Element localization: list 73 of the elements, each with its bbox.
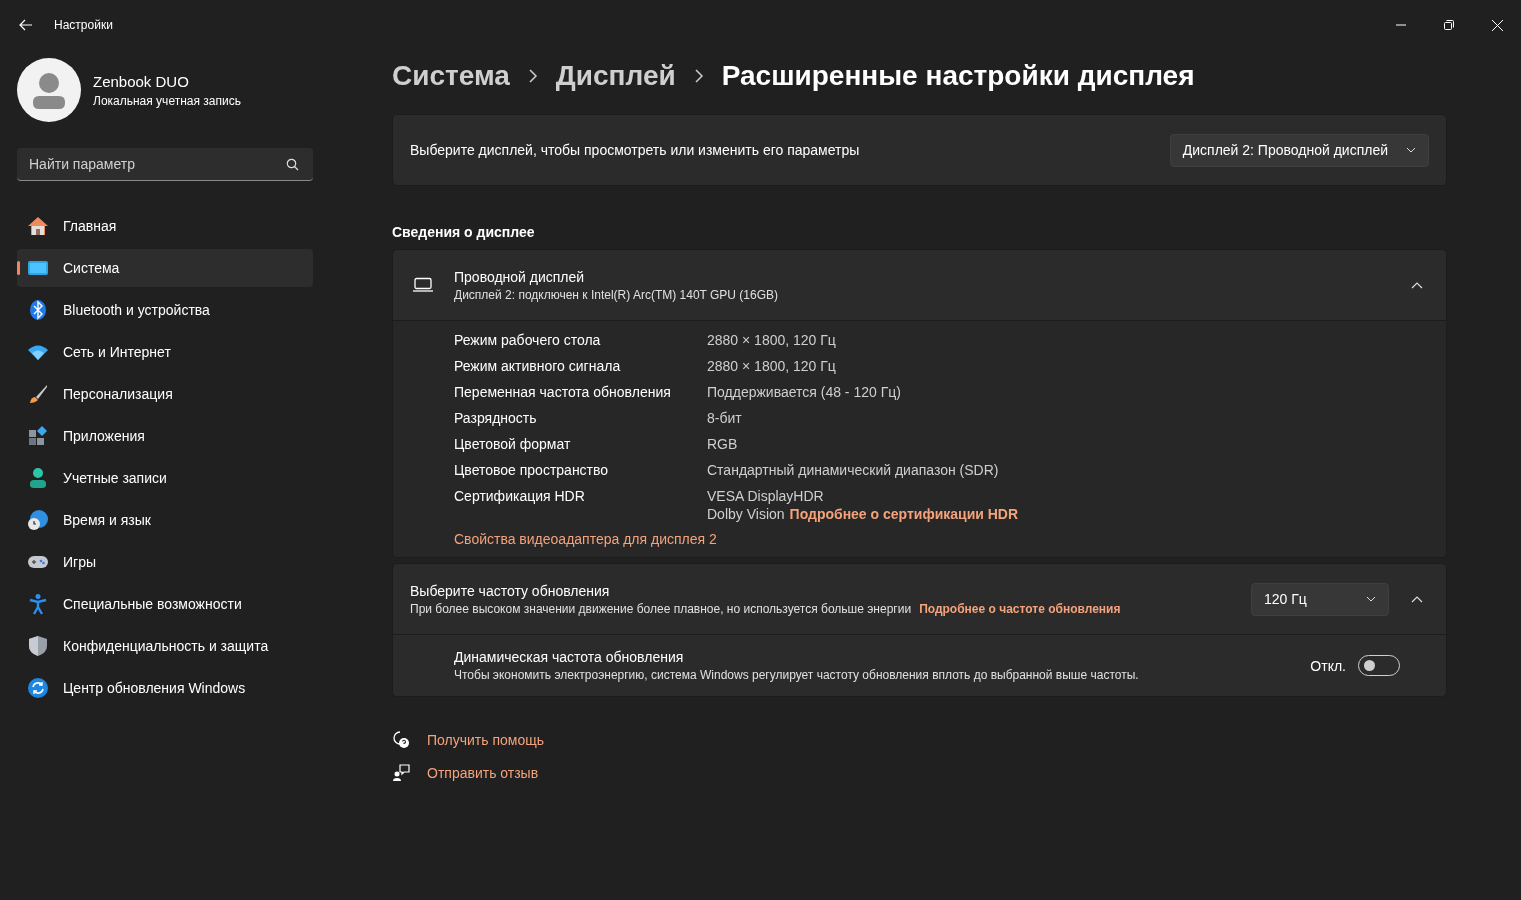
refresh-rate-link[interactable]: Подробнее о частоте обновления [919, 601, 1121, 616]
shield-icon [27, 635, 49, 657]
toggle-state: Откл. [1310, 657, 1346, 674]
nav-item[interactable]: Система [17, 249, 313, 287]
sync-icon [27, 677, 49, 699]
search-icon [286, 158, 299, 171]
display-select-label: Выберите дисплей, чтобы просмотреть или изменить его параметры [410, 142, 860, 158]
property-label: Цветовое пространство [454, 462, 610, 478]
property-value: RGB [707, 436, 738, 452]
window-title: Настройки [54, 18, 113, 32]
chevron-right-icon [527, 69, 538, 83]
chevron-right-icon [693, 69, 704, 83]
bluetooth-icon [27, 299, 49, 321]
nav-item[interactable]: Bluetooth и устройства [17, 291, 313, 329]
property-label: Режим рабочего стола [454, 332, 602, 348]
property-value: 2880 × 1800, 120 Гц [707, 358, 836, 374]
refresh-rate-title: Выберите частоту обновления [410, 582, 611, 599]
breadcrumb-item[interactable]: Дисплей [555, 60, 676, 92]
dynamic-refresh-title: Динамическая частота обновления [454, 649, 685, 665]
footer-link[interactable]: Получить помощь [427, 732, 544, 748]
nav-item[interactable]: Конфиденциальность и защита [17, 627, 313, 665]
refresh-rate-description: При более высоком значении движение более плавное, но используется больше энергии [410, 601, 912, 616]
house-icon [27, 215, 49, 237]
property-value: Dolby Vision [707, 506, 785, 522]
hdr-link[interactable]: Подробнее о сертификации HDR [789, 506, 1019, 522]
search-field[interactable]: Найти параметр [17, 148, 313, 181]
display-subtitle: Дисплей 2: подключен к Intel(R) Arc(TM) 140T GPU (16GB) [454, 287, 780, 302]
property-value: Поддерживается (48 - 120 Гц) [707, 384, 901, 400]
back-arrow-icon [18, 17, 34, 33]
close-icon[interactable] [1492, 19, 1503, 31]
globe-clock-icon [27, 509, 49, 531]
accessibility-icon [27, 593, 49, 615]
chevron-icon [1411, 281, 1423, 289]
property-value: 2880 × 1800, 120 Гц [707, 332, 836, 348]
breadcrumb-item[interactable]: Система [392, 60, 510, 92]
dynamic-refresh-description: Чтобы экономить электроэнергию, система Windows регулирует частоту обновления вплоть до выбранной выше частоты. [454, 668, 1140, 682]
nav-item[interactable]: Персонализация [17, 375, 313, 413]
property-label: Разрядность [454, 410, 538, 426]
nav-item[interactable]: Специальные возможности [17, 585, 313, 623]
laptop-icon [412, 277, 434, 293]
property-value: Стандартный динамический диапазон (SDR) [707, 462, 999, 478]
restore-icon[interactable] [1444, 20, 1454, 30]
property-label: Сертификация HDR [454, 488, 586, 506]
brush-icon [27, 383, 49, 405]
chevron-icon [1411, 595, 1423, 603]
property-value: 8-бит [707, 410, 742, 426]
property-value: VESA DisplayHDR [707, 488, 824, 504]
avatar-icon[interactable] [17, 58, 81, 122]
nav-item[interactable]: Учетные записи [17, 459, 313, 497]
nav-item[interactable]: Игры [17, 543, 313, 581]
nav-item[interactable]: Сеть и Интернет [17, 333, 313, 371]
account-name: Zenbook DUO [93, 72, 190, 90]
adapter-properties-link[interactable]: Свойства видеоадаптера для дисплея 2 [454, 531, 717, 547]
feedback-icon [392, 764, 410, 782]
section-title: Сведения о дисплее [392, 224, 536, 240]
breadcrumb-item: Расширенные настройки дисплея [721, 60, 1195, 92]
nav-item[interactable]: Главная [17, 207, 313, 245]
footer-link[interactable]: Отправить отзыв [427, 765, 539, 781]
nav-item[interactable]: Приложения [17, 417, 313, 455]
chevron-down-icon [1406, 147, 1416, 153]
account-type: Локальная учетная запись [93, 93, 241, 108]
display-name: Проводной дисплей [454, 268, 586, 285]
property-label: Переменная частота обновления [454, 384, 672, 400]
nav-item[interactable]: Время и язык [17, 501, 313, 539]
property-label: Режим активного сигнала [454, 358, 622, 374]
help-icon [392, 731, 410, 749]
nav-item[interactable]: Центр обновления Windows [17, 669, 313, 707]
property-label: Цветовой формат [454, 436, 572, 452]
person-icon [27, 467, 49, 489]
refresh-rate-dropdown[interactable]: 120 Гц [1251, 582, 1389, 616]
display-dropdown[interactable]: Дисплей 2: Проводной дисплей [1169, 133, 1429, 167]
chevron-down-icon [1366, 596, 1376, 602]
apps-icon [27, 425, 49, 447]
